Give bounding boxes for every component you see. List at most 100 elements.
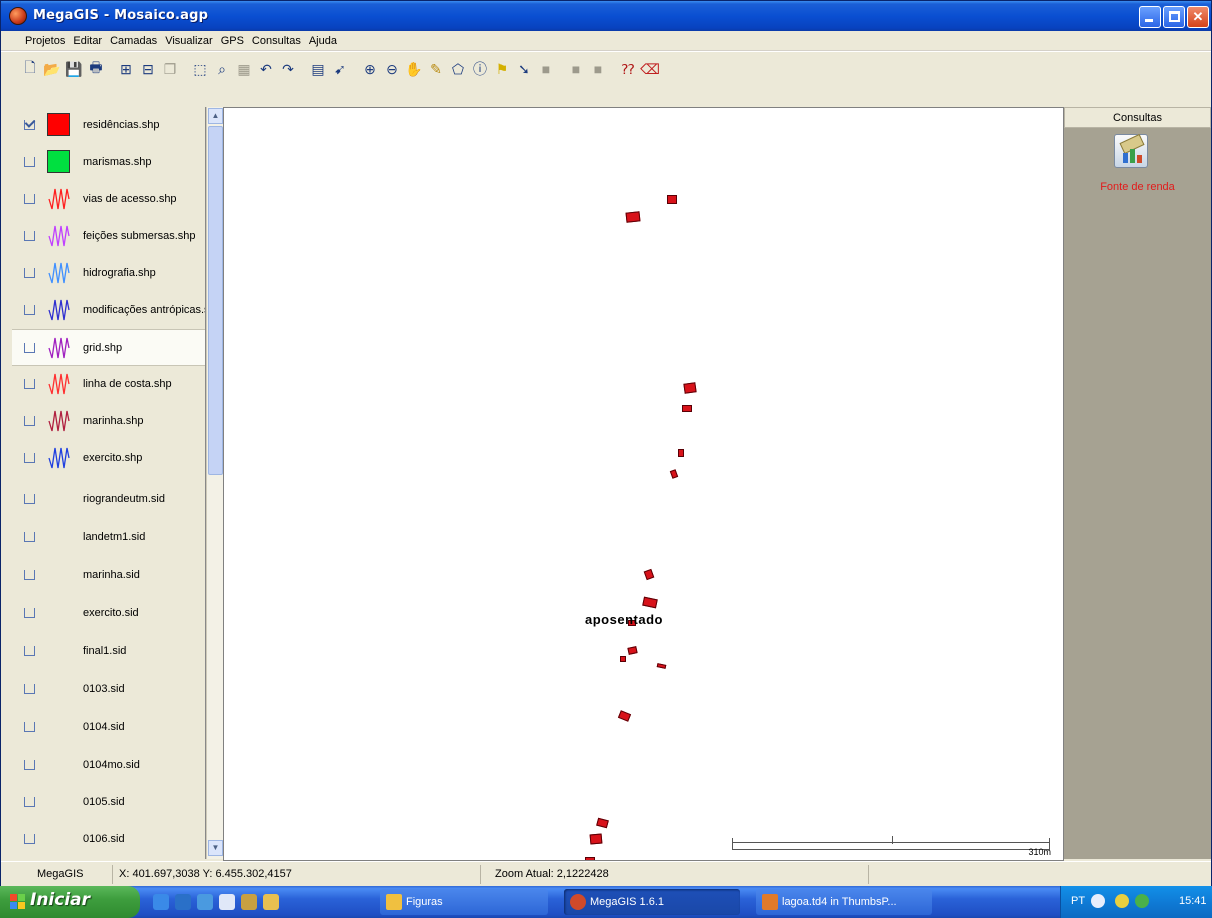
square-icon[interactable]: ■ [587,58,609,80]
layer-checkbox[interactable] [24,453,35,463]
language-indicator[interactable]: PT [1071,895,1085,907]
layer-item[interactable]: marinha.shp [12,403,205,440]
residence-feature[interactable] [678,449,684,457]
pointer-icon[interactable]: ➹ [329,58,351,80]
add-layer-icon[interactable]: ⊞ [115,58,137,80]
undo-icon[interactable]: ↶ [255,58,277,80]
scroll-thumb[interactable] [208,126,223,475]
table-icon[interactable]: ▦ [233,58,255,80]
task-figuras[interactable]: Figuras [380,889,548,915]
query-chart-icon[interactable] [1114,133,1148,168]
help-icon[interactable]: ⁇ [617,58,639,80]
layer-checkbox[interactable] [24,570,35,580]
residence-feature[interactable] [617,710,632,722]
layer-item[interactable]: grid.shp [12,329,205,366]
layer-scrollbar[interactable]: ▲ ▼ [206,107,223,859]
residence-feature[interactable] [627,646,638,655]
copy-icon[interactable]: ❐ [159,58,181,80]
residence-feature[interactable] [625,211,641,223]
save-icon[interactable]: 💾 [63,58,85,80]
minimize-button[interactable] [1139,6,1161,28]
residence-feature[interactable] [683,382,697,394]
layer-checkbox[interactable] [24,120,35,130]
layer-checkbox[interactable] [24,268,35,278]
polygon-icon[interactable]: ⬠ [447,58,469,80]
collapse-tray-icon[interactable] [1091,894,1105,908]
layer-checkbox[interactable] [24,194,35,204]
layer-checkbox[interactable] [24,416,35,426]
explorer-icon[interactable] [241,894,257,910]
layer-item[interactable]: riograndeutm.sid [12,481,205,518]
layer-item[interactable]: modificações antrópicas.shp [12,292,205,329]
internet-explorer-icon[interactable] [153,894,169,910]
layer-checkbox[interactable] [24,305,35,315]
residence-feature[interactable] [656,663,667,669]
layer-item[interactable]: vias de acesso.shp [12,181,205,218]
layer-item[interactable]: 0106.sid [12,821,205,858]
residence-feature[interactable] [596,817,609,829]
layer-item[interactable]: 0103.sid [12,671,205,708]
layer-checkbox[interactable] [24,684,35,694]
task-megagis[interactable]: MegaGIS 1.6.1 [564,889,740,915]
layer-checkbox[interactable] [24,532,35,542]
pencil-icon[interactable]: ✎ [425,58,447,80]
print-icon[interactable]: 🖶 [85,58,107,80]
menu-consultas[interactable]: Consultas [248,31,305,51]
task-thumbsplus[interactable]: lagoa.td4 in ThumbsP... [756,889,932,915]
desktop-icon[interactable] [219,894,235,910]
layer-item[interactable]: landetm1.sid [12,519,205,556]
layer-item[interactable]: linha de costa.shp [12,366,205,403]
menu-editar[interactable]: Editar [69,31,106,51]
layer-checkbox[interactable] [24,608,35,618]
layer-item[interactable]: marinha.sid [12,557,205,594]
close-button[interactable]: ✕ [1187,6,1209,28]
start-button[interactable]: Iniciar [0,886,140,918]
menu-ajuda[interactable]: Ajuda [305,31,341,51]
scroll-down-button[interactable]: ▼ [208,840,223,856]
redo-icon[interactable]: ↷ [277,58,299,80]
layer-checkbox[interactable] [24,797,35,807]
scroll-up-button[interactable]: ▲ [208,108,223,124]
layer-item[interactable]: 0105.sid [12,784,205,821]
layer-item[interactable]: marismas.shp [12,144,205,181]
square-icon[interactable]: ■ [565,58,587,80]
maximize-button[interactable] [1163,6,1185,28]
residence-feature[interactable] [620,656,626,662]
layer-item[interactable]: 0104mo.sid [12,747,205,784]
menu-projetos[interactable]: Projetos [21,31,69,51]
zoom-in-icon[interactable]: ⊕ [359,58,381,80]
layer-checkbox[interactable] [24,379,35,389]
residence-feature[interactable] [642,596,658,609]
layer-checkbox[interactable] [24,343,35,353]
residence-feature[interactable] [682,405,692,412]
menu-visualizar[interactable]: Visualizar [161,31,217,51]
layer-checkbox[interactable] [24,157,35,167]
select-icon[interactable]: ⬚ [189,58,211,80]
layer-checkbox[interactable] [24,646,35,656]
menu-camadas[interactable]: Camadas [106,31,161,51]
residence-feature[interactable] [589,833,603,845]
layer-item[interactable]: final1.sid [12,633,205,670]
title-bar[interactable]: MegaGIS - Mosaico.agp ✕ [1,1,1211,31]
remove-layer-icon[interactable]: ⊟ [137,58,159,80]
new-icon[interactable]: 🗋 [19,58,41,80]
window-icon[interactable]: ▤ [307,58,329,80]
layer-checkbox[interactable] [24,760,35,770]
layer-item[interactable]: exercito.shp [12,440,205,477]
info-icon[interactable]: ⓘ [469,58,491,80]
network-icon[interactable] [1115,894,1129,908]
pan-icon[interactable]: ✋ [403,58,425,80]
flag-icon[interactable]: ⚑ [491,58,513,80]
megagis-app-icon[interactable] [9,7,27,25]
map-canvas[interactable]: aposentado 310m [223,107,1064,861]
residence-feature[interactable] [669,469,679,479]
layer-checkbox[interactable] [24,494,35,504]
residence-feature[interactable] [667,195,677,204]
layer-item[interactable]: exercito.sid [12,595,205,632]
eraser-icon[interactable]: ⌫ [639,58,661,80]
zoom-select-icon[interactable]: ⌕ [211,58,233,80]
layer-item[interactable]: hidrografia.shp [12,255,205,292]
zoom-out-icon[interactable]: ⊖ [381,58,403,80]
layer-checkbox[interactable] [24,722,35,732]
security-icon[interactable] [1135,894,1149,908]
